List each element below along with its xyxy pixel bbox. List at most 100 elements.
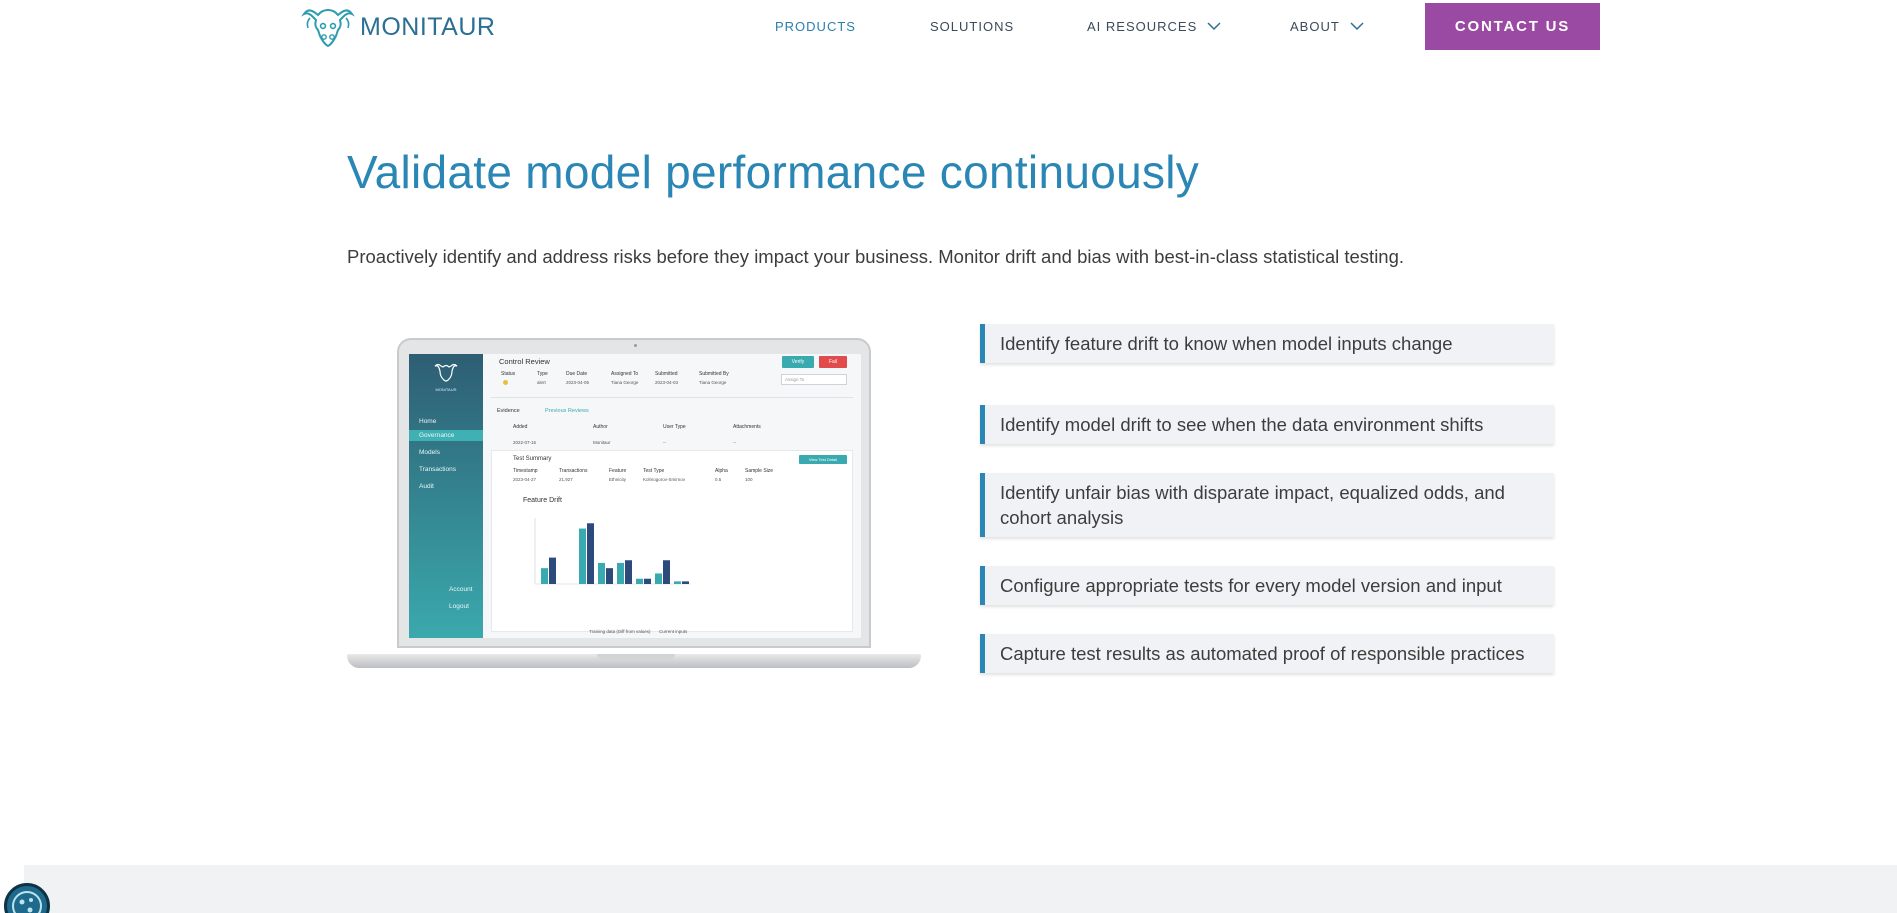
app-review-header: Type xyxy=(537,371,548,377)
nav-products-label: PRODUCTS xyxy=(775,19,856,34)
app-test-value: 0.5 xyxy=(715,477,722,482)
nav-ai-resources-label: AI RESOURCES xyxy=(1087,19,1198,34)
app-screenshot: MONITAUR Home Governance Models Transact… xyxy=(409,354,861,638)
chart-bar xyxy=(549,557,556,584)
app-chart-title: Feature Drift xyxy=(523,497,562,504)
app-chart-legend-1: Training data (Diff from values) xyxy=(589,629,651,634)
chart-bar xyxy=(625,560,632,584)
app-nav-transactions: Transactions xyxy=(419,466,456,473)
app-test-value: Ethnicity xyxy=(609,477,627,482)
app-test-header: Transactions xyxy=(559,468,588,474)
nav-solutions[interactable]: SOLUTIONS xyxy=(930,19,1014,34)
app-review-value: alert xyxy=(537,380,546,385)
app-view-test-button: View Test Detail xyxy=(799,455,847,464)
app-test-header: Test Type xyxy=(643,468,665,474)
app-evidence-header: Attachments xyxy=(733,424,761,430)
feature-item: Identify unfair bias with disparate impa… xyxy=(980,473,1554,537)
page-subtitle: Proactively identify and address risks b… xyxy=(347,246,1405,267)
app-assign-select: Assign To xyxy=(781,374,847,385)
nav-about-label: ABOUT xyxy=(1290,19,1340,34)
laptop-notch xyxy=(597,654,675,660)
app-test-header: Alpha xyxy=(715,468,728,474)
app-nav-governance: Governance xyxy=(409,430,483,441)
nav-ai-resources[interactable]: AI RESOURCES xyxy=(1087,19,1221,34)
app-review-header: Submitted By xyxy=(699,371,729,377)
brand-logo[interactable]: MONITAUR xyxy=(300,6,495,48)
chart-bar xyxy=(579,528,586,584)
chart-bar xyxy=(606,568,613,584)
app-status-dot xyxy=(503,380,508,385)
app-review-header: Status xyxy=(501,371,516,377)
app-page-title: Control Review xyxy=(499,357,550,366)
brand-name: MONITAUR xyxy=(360,12,496,41)
chart-bar xyxy=(644,578,651,584)
chart-bar xyxy=(674,581,681,584)
app-nav-models: Models xyxy=(419,449,440,456)
app-fail-button: Fail xyxy=(819,356,847,368)
app-nav-logout: Logout xyxy=(449,603,469,610)
app-chart-legend-2: Current inputs xyxy=(659,629,688,634)
app-nav-account: Account xyxy=(449,586,473,593)
app-test-header: Timestamp xyxy=(513,468,538,474)
site-header: MONITAUR PRODUCTS SOLUTIONS AI RESOURCES… xyxy=(0,0,1897,60)
app-test-header: Sample Size xyxy=(745,468,774,474)
chart-bar xyxy=(617,562,624,584)
laptop-mockup: MONITAUR Home Governance Models Transact… xyxy=(347,336,921,676)
app-test-value: 2023-04-27 xyxy=(513,477,537,482)
app-evidence-value: -- xyxy=(663,440,666,445)
app-evidence-header: Author xyxy=(593,424,608,430)
chart-bar xyxy=(682,581,689,584)
app-nav-home: Home xyxy=(419,418,437,425)
chevron-down-icon xyxy=(1207,22,1221,31)
contact-us-button[interactable]: CONTACT US xyxy=(1425,3,1600,50)
app-review-value: Tiana George xyxy=(699,380,727,385)
app-test-value: 100 xyxy=(745,477,753,482)
app-evidence-header: Added xyxy=(513,424,528,430)
app-logo-text: MONITAUR xyxy=(435,387,457,392)
chevron-down-icon xyxy=(1350,22,1364,31)
feature-item: Identify feature drift to know when mode… xyxy=(980,324,1554,363)
app-test-value: 21,927 xyxy=(559,477,573,482)
app-review-header: Submitted xyxy=(655,371,678,377)
nav-about[interactable]: ABOUT xyxy=(1290,19,1364,34)
chart-bar xyxy=(598,562,605,584)
chart-bar xyxy=(587,523,594,584)
app-review-header: Due Date xyxy=(566,371,588,377)
feature-drift-chart xyxy=(534,518,691,585)
app-verify-button: Verify xyxy=(782,356,814,368)
app-review-value: 2023-04-03 xyxy=(655,380,679,385)
app-logo-icon xyxy=(434,363,458,382)
app-divider xyxy=(491,397,853,398)
chart-bar xyxy=(541,568,548,584)
page-title: Validate model performance continuously xyxy=(347,146,1200,198)
feature-item: Capture test results as automated proof … xyxy=(980,634,1554,673)
app-review-value: Tiana George xyxy=(611,380,639,385)
app-test-value: Kolmogorov-Smirnov xyxy=(643,477,686,482)
app-nav-audit: Audit xyxy=(419,483,434,490)
app-test-summary-title: Test Summary xyxy=(513,456,552,462)
app-test-header: Feature xyxy=(609,468,627,474)
laptop-camera xyxy=(634,344,637,347)
feature-item: Configure appropriate tests for every mo… xyxy=(980,566,1554,605)
app-evidence-value: -- xyxy=(733,440,736,445)
app-evidence-tab: Evidence xyxy=(497,408,520,414)
app-evidence-header: User Type xyxy=(663,424,686,430)
next-section-band xyxy=(24,865,1897,913)
app-previous-reviews-tab: Previous Reviews xyxy=(545,408,589,414)
app-evidence-value: Monitaur xyxy=(593,440,611,445)
app-main: Control Review Verify Fail Status Type D… xyxy=(483,354,861,638)
bull-logo-icon xyxy=(301,8,355,48)
chart-bar xyxy=(636,578,643,584)
cookie-settings-button[interactable] xyxy=(4,883,50,913)
chart-bar xyxy=(663,560,670,584)
nav-solutions-label: SOLUTIONS xyxy=(930,19,1015,34)
app-evidence-value: 2022-07-15 xyxy=(513,440,537,445)
laptop-lid: MONITAUR Home Governance Models Transact… xyxy=(397,338,871,648)
feature-item: Identify model drift to see when the dat… xyxy=(980,405,1554,444)
cookie-icon xyxy=(12,891,42,913)
app-sidebar: MONITAUR Home Governance Models Transact… xyxy=(409,354,483,638)
chart-bar xyxy=(655,573,662,584)
app-review-value: 2023-04-05 xyxy=(566,380,590,385)
app-review-header: Assigned To xyxy=(611,371,639,377)
nav-products[interactable]: PRODUCTS xyxy=(775,19,856,34)
